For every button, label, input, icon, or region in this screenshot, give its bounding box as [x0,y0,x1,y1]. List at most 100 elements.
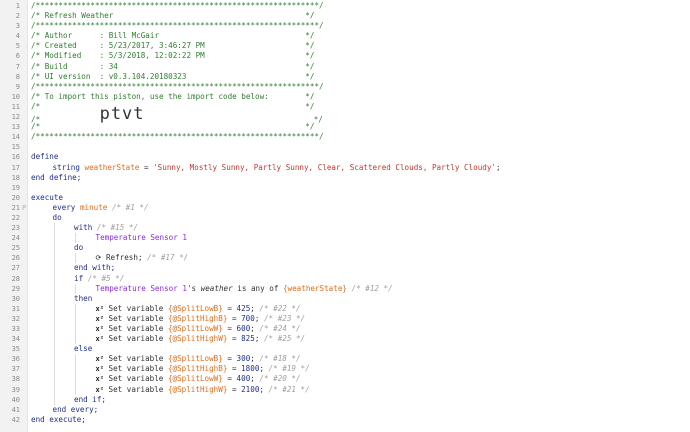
indent-guide [53,303,75,315]
code-line[interactable]: 19 [0,183,690,193]
indent-guide [31,374,53,384]
code-line[interactable]: 14 /*************************************… [0,132,690,142]
code-line[interactable]: 27 end with; [0,263,690,274]
comment-text: /* Modified : 5/3/2018, 12:02:22 PM */ [31,51,315,61]
indent-guide [31,364,53,374]
code-line[interactable]: 24 Temperature Sensor 1 [0,233,690,244]
keyword: end every; [52,404,99,414]
variable-icon: x² [95,355,104,364]
code-line[interactable]: 5 /* Created : 5/23/2017, 3:46:27 PM */ [0,41,690,51]
variable-token[interactable]: weatherState [85,163,140,172]
indent-guide [74,303,96,315]
code-line[interactable]: 9 /**************************************… [0,82,690,92]
indent-guide [31,344,53,354]
code-content: end every; [31,404,99,415]
line-number: 19 [11,183,20,192]
code-line[interactable]: 32 x² Set variable {@SplitHighB} = 700; /… [0,313,690,325]
indent-guide [53,263,75,274]
variable-token[interactable]: {weatherState} [283,284,347,293]
indent-guide [31,233,53,243]
code-line[interactable]: 15 [0,142,690,152]
code-line[interactable]: 16 define [0,152,690,162]
indent-guide [31,223,53,233]
line-number: 13 [11,123,20,132]
code-line[interactable]: 39 x² Set variable {@SplitHighW} = 2100; … [0,384,690,395]
code-content: x² Set variable {@SplitHighB} = 700; /* … [31,313,305,325]
code-line[interactable]: 17 string weatherState = 'Sunny, Mostly S… [0,163,690,173]
code-line[interactable]: 36 x² Set variable {@SplitLowB} = 300; /*… [0,354,690,365]
indent-guide [31,354,53,364]
device-name[interactable]: Temperature Sensor 1 [96,233,187,242]
code-line[interactable]: 42 end execute; [0,415,690,425]
code-line[interactable]: 34 x² Set variable {@SplitHighW} = 825; /… [0,334,690,345]
variable-token[interactable]: minute [80,203,107,212]
indent-guide [31,395,53,405]
code-text: Set variable [108,313,168,323]
code-line[interactable]: 1 /**************************************… [0,1,690,11]
keyword: string [52,162,85,172]
device-name[interactable]: Temperature Sensor 1 [96,284,187,293]
variable-token[interactable]: {@SplitLowW} [168,374,223,383]
code-line[interactable]: 3 /**************************************… [0,21,690,31]
number-literal: 700 [241,313,255,323]
code-line[interactable]: 8 /* UI version : v0.3.104.20180323 */ [0,72,690,82]
code-line[interactable]: 6 /* Modified : 5/3/2018, 12:02:22 PM */ [0,51,690,61]
code-line[interactable]: 22 do [0,213,690,223]
code-line[interactable]: 20 execute [0,193,690,203]
statement-id-comment: /* #18 */ [254,354,301,364]
line-number: 42 [11,415,20,424]
variable-token[interactable]: {@SplitHighW} [168,334,227,343]
statement-id-comment: /* #15 */ [92,223,139,233]
indent-guide [31,263,53,273]
variable-token[interactable]: {@SplitLowW} [168,324,223,333]
code-line[interactable]: 12/* ptvt */ [0,106,690,125]
indent-guide [53,394,75,405]
line-number: 40 [11,395,20,404]
code-content: /***************************************… [31,82,324,92]
code-line[interactable]: 13 /* */ [0,122,690,132]
code-line[interactable]: 2 /* Refresh Weather */ [0,11,690,21]
code-line[interactable]: 23 with /* #15 */ [0,223,690,234]
code-line[interactable]: 28 if /* #5 */ [0,273,690,284]
code-content: Temperature Sensor 1 [31,233,187,244]
code-line[interactable]: 7 /* Build : 34 */ [0,62,690,72]
code-line[interactable]: 38 x² Set variable {@SplitLowW} = 400; /*… [0,374,690,385]
variable-token[interactable]: {@SplitLowB} [168,304,223,313]
code-line[interactable]: 4 /* Author : Bill McGair */ [0,31,690,41]
statement-id-comment: /* #24 */ [254,324,301,333]
code-line[interactable]: 41 end every; [0,405,690,415]
variable-token[interactable]: {@SplitHighW} [168,385,227,394]
indent-guide [31,334,53,344]
variable-icon: x² [95,375,104,384]
code-line[interactable]: 31 x² Set variable {@SplitLowB} = 425; /*… [0,303,690,315]
code-text: = [227,313,242,323]
string-literal: 'Sunny, Mostly Sunny, Partly Sunny, Clea… [153,162,496,172]
code-text: Set variable [108,324,168,333]
code-content: do [31,243,83,254]
code-line[interactable]: 40 end if; [0,394,690,405]
line-number: 5 [15,42,20,51]
indent-guide [31,284,53,294]
code-line[interactable]: 35 else [0,344,690,355]
code-line[interactable]: 21 Pevery minute /* #1 */ [0,203,690,213]
code-line[interactable]: 30 then [0,293,690,304]
line-number: 21 [11,203,20,212]
variable-token[interactable]: {@SplitHighB} [168,314,227,323]
code-line[interactable]: 18 end define; [0,173,690,183]
code-text: is any of [232,283,283,293]
code-line[interactable]: 25 do [0,243,690,254]
code-line[interactable]: 29 Temperature Sensor 1's weather is any … [0,283,690,294]
variable-token[interactable]: {@SplitHighB} [168,364,227,373]
statement-marker: P [22,203,27,212]
line-number: 20 [11,193,20,202]
number-literal: 600 [236,324,251,333]
code-line[interactable]: 37 x² Set variable {@SplitHighB} = 1800; … [0,364,690,375]
code-line[interactable]: 10 /* To import this piston, use the impo… [0,92,690,102]
refresh-icon: ⟳ [95,254,102,263]
indent-guide [53,283,75,294]
code-line[interactable]: 26 ⟳ Refresh; /* #17 */ [0,253,690,264]
code-line[interactable]: 33 x² Set variable {@SplitLowW} = 600; /*… [0,324,690,335]
variable-token[interactable]: {@SplitLowB} [168,354,223,363]
code-content: with /* #15 */ [31,223,139,234]
code-text: Set variable [108,364,168,374]
